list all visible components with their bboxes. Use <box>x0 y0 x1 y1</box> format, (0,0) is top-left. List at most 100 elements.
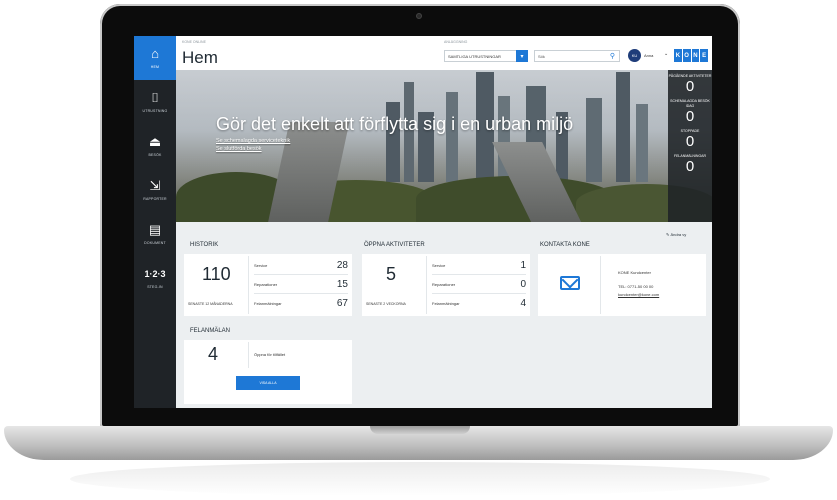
nav-label-equipment: Utrustning <box>142 109 168 113</box>
logo-letter: E <box>700 49 708 62</box>
section-title-history: Historik <box>190 242 219 248</box>
nav-item-home[interactable]: ⌂ Hem <box>134 36 176 80</box>
row-value: 28 <box>336 259 348 271</box>
sidebar-nav: ⌂ Hem ⌷ Utrustning ⏏ Besök ⇲ Rapporter ▤… <box>134 36 176 408</box>
hero-link-completed[interactable]: Se slutförda besök <box>216 146 262 152</box>
section-title-fault-report: Felanmälan <box>190 328 231 334</box>
divider <box>248 342 249 368</box>
section-title-contact: Kontakta KONE <box>540 242 590 248</box>
home-icon: ⌂ <box>151 46 159 61</box>
page-title: Hem <box>182 48 218 67</box>
history-row-service[interactable]: Service 28 <box>254 256 348 275</box>
skyline-building <box>446 92 458 182</box>
chevron-down-icon[interactable]: ▾ <box>516 50 528 62</box>
history-card[interactable]: 110 Senaste 12 månaderna Service 28 Repa… <box>184 254 352 316</box>
divider <box>248 256 249 314</box>
header: KONE Online Hem Anläggning SAMTLIGA UTRU… <box>176 36 712 70</box>
row-label: Service <box>432 262 446 268</box>
nav-label-steps: Steg-in <box>147 285 163 289</box>
search-placeholder: Sök <box>538 53 545 59</box>
nav-label-visits: Besök <box>148 153 162 157</box>
contact-phone[interactable]: TEL: 0771-50 00 00 <box>618 284 653 289</box>
open-total: 5 <box>386 264 397 284</box>
nav-item-equipment[interactable]: ⌷ Utrustning <box>134 80 176 124</box>
history-period: Senaste 12 månaderna <box>188 302 233 306</box>
avatar[interactable]: KU <box>628 49 641 62</box>
documents-icon: ▤ <box>148 222 162 237</box>
logo-letter: O <box>682 49 691 62</box>
mail-icon[interactable] <box>560 276 580 290</box>
fault-report-label: Öppna för tillfället <box>254 352 286 357</box>
contact-card: KONE Kundcenter TEL: 0771-50 00 00 kundc… <box>538 254 706 316</box>
nav-item-reports[interactable]: ⇲ Rapporter <box>134 168 176 212</box>
laptop-reflection <box>70 462 770 496</box>
reports-icon: ⇲ <box>149 178 161 193</box>
status-stopped[interactable]: Stoppade 0 <box>681 129 700 150</box>
nav-item-steps[interactable]: 1·2·3 Steg-in <box>134 256 176 300</box>
nav-item-documents[interactable]: ▤ Dokument <box>134 212 176 256</box>
history-total: 110 <box>202 264 231 284</box>
open-activities-card[interactable]: 5 Senaste 2 veckorna Service 1 Reparatio… <box>362 254 530 316</box>
status-value: 0 <box>685 108 695 125</box>
status-fault-reports[interactable]: Felanmälningar 0 <box>674 154 706 175</box>
hero-link-scheduled[interactable]: Se schemalagda serviceteknik <box>216 138 290 144</box>
username[interactable]: Anna <box>644 53 653 58</box>
equipment-icon: ⌷ <box>151 90 159 105</box>
status-panel: Pågående aktiviteter 0 Schemalagda besök… <box>668 70 712 222</box>
hero-banner: Gör det enkelt att förflytta sig i en ur… <box>176 70 712 222</box>
open-period: Senaste 2 veckorna <box>366 302 406 306</box>
nav-label-documents: Dokument <box>144 241 166 245</box>
site-select-value: SAMTLIGA UTRUSTNINGAR <box>448 53 501 59</box>
site-select-label: Anläggning <box>444 40 468 44</box>
visits-icon: ⏏ <box>148 134 162 149</box>
nav-label-home: Hem <box>150 65 160 69</box>
status-ongoing[interactable]: Pågående aktiviteter 0 <box>669 74 712 95</box>
edit-view-link[interactable]: ✎ Ändra vy <box>666 232 686 237</box>
screen: ⌂ Hem ⌷ Utrustning ⏏ Besök ⇲ Rapporter ▤… <box>134 36 712 408</box>
row-value: 67 <box>336 298 348 309</box>
breadcrumb[interactable]: KONE Online <box>182 40 206 44</box>
edit-icon: ✎ <box>666 232 670 237</box>
status-value: 0 <box>685 78 695 95</box>
skyline-building <box>586 98 602 182</box>
contact-email[interactable]: kundcenter@kone.com <box>618 292 659 297</box>
search-icon[interactable]: ⚲ <box>610 52 615 60</box>
camera <box>416 13 422 19</box>
status-value: 0 <box>685 133 695 150</box>
row-label: Felanmälningar <box>432 301 460 306</box>
row-label: Reparationer <box>254 281 278 287</box>
status-value: 0 <box>685 158 695 175</box>
skyline-building <box>636 104 648 182</box>
divider <box>426 256 427 314</box>
edit-view-label: Ändra vy <box>670 232 687 237</box>
row-value: 4 <box>520 298 526 309</box>
open-row-repairs[interactable]: Reparationer 0 <box>432 275 526 294</box>
user-menu-chevron-icon[interactable]: ⌄ <box>664 51 668 57</box>
open-row-faults[interactable]: Felanmälningar 4 <box>432 294 526 313</box>
nav-label-reports: Rapporter <box>143 197 167 201</box>
laptop-notch <box>370 426 470 434</box>
open-row-service[interactable]: Service 1 <box>432 256 526 275</box>
show-all-button[interactable]: Visa alla <box>236 376 300 390</box>
hero-title: Gör det enkelt att förflytta sig i en ur… <box>216 114 574 134</box>
site-select[interactable]: SAMTLIGA UTRUSTNINGAR ▾ <box>444 50 528 62</box>
kone-logo: K O N E <box>674 49 708 62</box>
history-row-repairs[interactable]: Reparationer 15 <box>254 275 348 294</box>
steps-icon: 1·2·3 <box>144 269 166 279</box>
dashboard-content: Historik 110 Senaste 12 månaderna Servic… <box>176 222 712 408</box>
nav-item-visits[interactable]: ⏏ Besök <box>134 124 176 168</box>
row-value: 1 <box>520 259 526 271</box>
logo-letter: K <box>674 49 682 62</box>
history-row-faults[interactable]: Felanmälningar 67 <box>254 294 348 313</box>
section-title-open-activities: Öppna aktiviteter <box>364 242 425 248</box>
skyline-building <box>616 72 630 182</box>
row-label: Felanmälningar <box>254 301 282 306</box>
fault-report-total: 4 <box>208 344 219 364</box>
row-value: 0 <box>520 278 526 290</box>
status-scheduled[interactable]: Schemalagda besök idag 0 <box>668 99 712 125</box>
search-input[interactable]: Sök ⚲ <box>534 50 620 62</box>
fault-report-card[interactable]: 4 Öppna för tillfället Visa alla <box>184 340 352 404</box>
row-label: Service <box>254 262 268 268</box>
row-value: 15 <box>336 278 348 290</box>
divider <box>600 256 601 314</box>
